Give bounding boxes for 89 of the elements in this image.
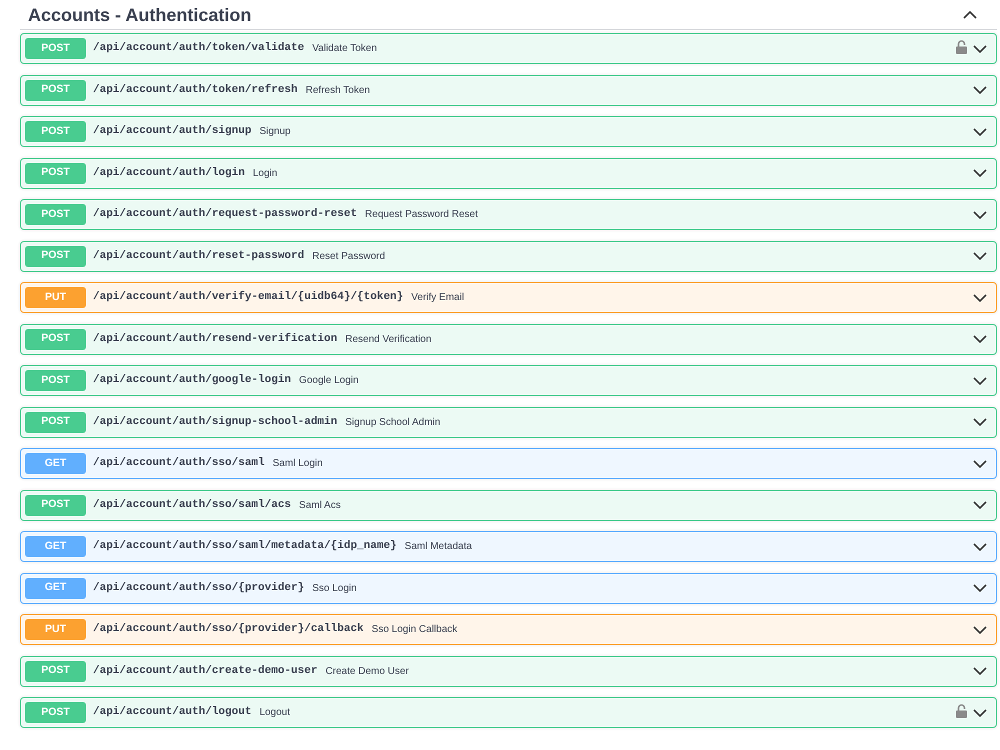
method-badge: POST: [25, 246, 86, 266]
endpoint-summary: Sso Login: [312, 582, 357, 596]
method-badge: POST: [25, 80, 86, 100]
endpoint-row[interactable]: GET /api/account/auth/sso/saml Saml Login: [20, 448, 997, 479]
endpoint-row[interactable]: PUT /api/account/auth/verify-email/{uidb64}/{token} Verify Email: [20, 282, 997, 313]
method-badge: POST: [25, 494, 86, 516]
endpoint-summary: Signup School Admin: [345, 416, 440, 430]
endpoint-summary: Refresh Token: [306, 84, 370, 98]
method-badge: GET: [25, 536, 86, 557]
chevron-down-icon[interactable]: [973, 542, 987, 550]
method-badge: POST: [25, 121, 86, 142]
chevron-down-icon[interactable]: [973, 460, 987, 468]
endpoint-path: /api/account/auth/token/refresh: [93, 82, 298, 98]
endpoint-path: /api/account/auth/sso/saml/acs: [93, 498, 292, 513]
chevron-down-icon[interactable]: [973, 584, 987, 592]
endpoint-row[interactable]: GET /api/account/auth/sso/saml/metadata/{idp_name} Saml Metadata: [20, 531, 997, 562]
endpoint-row[interactable]: POST /api/account/auth/signup-school-admin Signup School Admin: [20, 406, 997, 438]
endpoint-path: /api/account/auth/signup: [93, 124, 252, 140]
endpoint-path: /api/account/auth/create-demo-user: [93, 664, 318, 679]
endpoint-row[interactable]: POST /api/account/auth/logout Logout: [20, 697, 997, 728]
endpoint-row[interactable]: POST /api/account/auth/request-password-reset Request Password Reset: [20, 199, 997, 230]
endpoint-path: /api/account/auth/resend-verification: [93, 332, 338, 347]
method-badge: POST: [25, 328, 86, 350]
endpoint-summary: Verify Email: [411, 291, 464, 305]
endpoint-row[interactable]: POST /api/account/auth/sso/saml/acs Saml Acs: [20, 490, 997, 520]
padlock-icon[interactable]: [956, 704, 967, 718]
endpoint-row[interactable]: POST /api/account/auth/reset-password Reset Password: [20, 240, 997, 272]
endpoint-summary: Saml Acs: [299, 498, 341, 512]
endpoint-row[interactable]: POST /api/account/auth/resend-verification Resend Verification: [20, 324, 997, 354]
endpoint-summary: Saml Login: [272, 457, 323, 471]
endpoint-path: /api/account/auth/google-login: [93, 373, 292, 388]
endpoint-row[interactable]: GET /api/account/auth/sso/{provider} Sso Login: [20, 572, 997, 604]
chevron-down-icon[interactable]: [973, 626, 987, 634]
endpoint-path: /api/account/auth/sso/saml: [93, 456, 265, 472]
endpoint-row[interactable]: POST /api/account/auth/login Login: [20, 158, 997, 188]
endpoint-summary: Request Password Reset: [365, 208, 478, 222]
chevron-down-icon[interactable]: [973, 294, 987, 302]
chevron-down-icon[interactable]: [973, 128, 987, 136]
endpoint-row[interactable]: POST /api/account/auth/create-demo-user Create Demo User: [20, 656, 997, 686]
method-badge: POST: [25, 412, 86, 432]
method-badge: POST: [25, 38, 86, 59]
endpoint-path: /api/account/auth/reset-password: [93, 248, 304, 264]
endpoint-summary: Reset Password: [312, 250, 386, 264]
chevron-down-icon[interactable]: [973, 376, 987, 384]
chevron-down-icon[interactable]: [973, 169, 987, 177]
method-badge: GET: [25, 453, 86, 474]
endpoint-path: /api/account/auth/login: [93, 166, 245, 181]
endpoint-row[interactable]: POST /api/account/auth/token/validate Validate Token: [20, 33, 997, 64]
method-badge: GET: [25, 578, 86, 598]
endpoint-row[interactable]: POST /api/account/auth/google-login Google Login: [20, 365, 997, 396]
endpoint-row[interactable]: PUT /api/account/auth/sso/{provider}/callback Sso Login Callback: [20, 614, 997, 645]
endpoint-path: /api/account/auth/logout: [93, 705, 252, 720]
method-badge: POST: [25, 370, 86, 391]
endpoint-summary: Google Login: [299, 374, 359, 388]
endpoint-row[interactable]: POST /api/account/auth/token/refresh Refresh Token: [20, 74, 997, 106]
section-title: Accounts - Authentication: [28, 6, 252, 24]
chevron-up-icon[interactable]: [963, 10, 977, 18]
endpoint-summary: Login: [252, 166, 278, 180]
endpoint-summary: Signup: [259, 125, 291, 139]
endpoint-summary: Sso Login Callback: [372, 623, 458, 637]
endpoint-row[interactable]: POST /api/account/auth/signup Signup: [20, 116, 997, 147]
chevron-down-icon[interactable]: [973, 335, 987, 343]
endpoint-path: /api/account/auth/verify-email/{uidb64}/{token}: [93, 290, 404, 306]
endpoint-summary: Resend Verification: [345, 332, 432, 346]
endpoint-summary: Saml Metadata: [404, 540, 472, 554]
method-badge: POST: [25, 162, 86, 184]
endpoint-summary: Create Demo User: [325, 664, 409, 678]
chevron-down-icon[interactable]: [973, 86, 987, 94]
method-badge: POST: [25, 204, 86, 225]
endpoint-path: /api/account/auth/sso/{provider}/callback: [93, 622, 364, 638]
endpoint-path: /api/account/auth/request-password-reset: [93, 207, 358, 222]
chevron-down-icon[interactable]: [973, 708, 987, 716]
method-badge: POST: [25, 660, 86, 682]
padlock-icon[interactable]: [956, 40, 967, 54]
method-badge: PUT: [25, 287, 86, 308]
endpoint-summary: Logout: [259, 706, 290, 720]
method-badge: POST: [25, 702, 86, 723]
chevron-down-icon[interactable]: [973, 418, 987, 426]
method-badge: PUT: [25, 619, 86, 640]
endpoint-path: /api/account/auth/token/validate: [93, 41, 304, 56]
chevron-down-icon[interactable]: [973, 210, 987, 218]
endpoint-summary: Validate Token: [312, 42, 377, 56]
endpoint-path: /api/account/auth/sso/saml/metadata/{idp_name}: [93, 539, 397, 554]
chevron-down-icon[interactable]: [973, 252, 987, 260]
endpoint-path: /api/account/auth/signup-school-admin: [93, 414, 338, 430]
endpoint-path: /api/account/auth/sso/{provider}: [93, 580, 304, 596]
chevron-down-icon[interactable]: [973, 501, 987, 509]
chevron-down-icon[interactable]: [973, 44, 987, 52]
chevron-down-icon[interactable]: [973, 667, 987, 675]
